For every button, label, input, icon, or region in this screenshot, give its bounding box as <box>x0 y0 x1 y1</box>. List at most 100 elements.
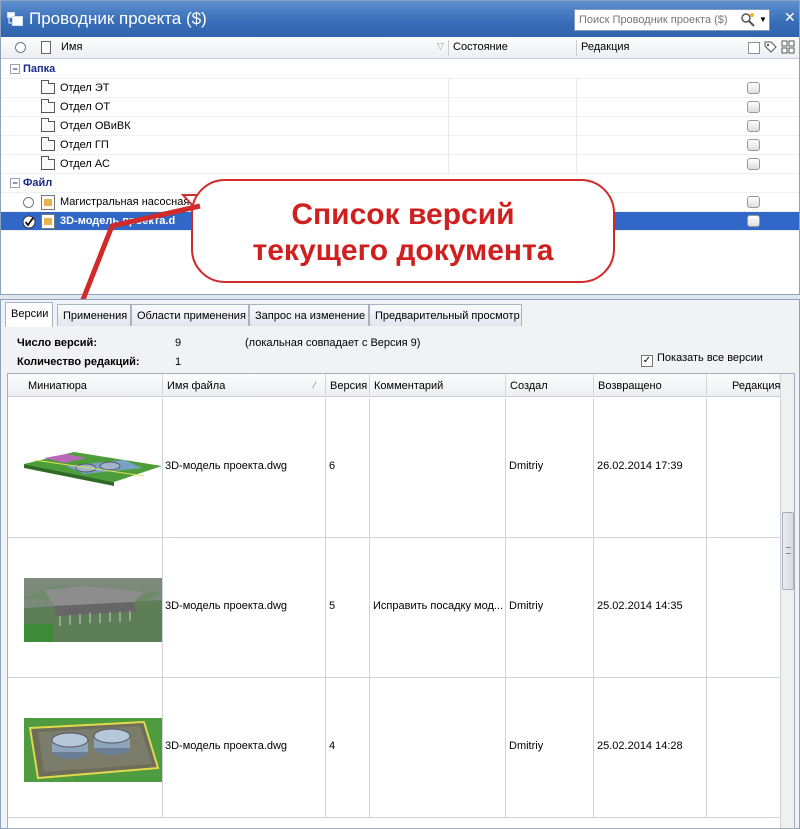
status-radio-icon[interactable] <box>23 197 34 208</box>
row-checkbox[interactable] <box>747 101 760 113</box>
cell-divider <box>325 398 326 538</box>
column-revision[interactable]: Редакция <box>581 41 629 53</box>
cell-divider <box>448 79 449 98</box>
version-row[interactable]: 3D-модель проекта.dwg 5 Исправить посадк… <box>8 538 780 678</box>
tab-usages[interactable]: Применения <box>57 304 131 326</box>
collapse-icon[interactable]: − <box>10 64 20 74</box>
row-returned: 25.02.2014 14:35 <box>597 600 683 612</box>
folder-row[interactable]: Отдел ГП <box>1 136 799 155</box>
version-row[interactable]: 3D-модель проекта.dwg 6 Dmitriy 26.02.20… <box>8 398 780 538</box>
row-checkbox[interactable] <box>747 139 760 151</box>
column-file-name[interactable]: Имя файла <box>167 380 225 392</box>
column-separator <box>369 374 370 397</box>
scrollbar-thumb[interactable] <box>782 512 794 590</box>
folder-label: Отдел АС <box>60 158 110 170</box>
revisions-count-value: 1 <box>175 356 182 368</box>
versions-count-label: Число версий: <box>17 337 97 349</box>
column-separator <box>505 374 506 397</box>
cell-divider <box>706 538 707 678</box>
tab-versions[interactable]: Версии <box>5 302 53 327</box>
group-label: Файл <box>23 177 53 189</box>
group-folder[interactable]: − Папка <box>1 60 799 79</box>
row-version: 5 <box>329 600 336 612</box>
folder-icon <box>41 80 55 94</box>
tab-scopes[interactable]: Области применения <box>131 304 249 326</box>
column-author[interactable]: Создал <box>510 380 548 392</box>
cell-divider <box>325 678 326 818</box>
header-checkbox[interactable] <box>748 42 760 54</box>
vertical-scrollbar[interactable] <box>780 374 794 828</box>
cell-divider <box>448 155 449 174</box>
column-separator <box>706 374 707 397</box>
callout-text: Список версий текущего документа <box>193 197 613 269</box>
folder-label: Отдел ЭТ <box>60 82 110 94</box>
group-label: Папка <box>23 63 56 75</box>
cell-divider <box>505 678 506 818</box>
tag-icon[interactable] <box>763 40 777 54</box>
show-all-checkbox[interactable]: ✓ <box>641 355 653 367</box>
column-separator <box>593 374 594 397</box>
versions-grid: Миниатюра Имя файла ⁄ Версия Комментарий… <box>7 373 795 829</box>
tree-column-header: Имя ▽ Состояние Редакция <box>1 37 799 59</box>
column-comment[interactable]: Комментарий <box>374 380 443 392</box>
row-author: Dmitriy <box>509 460 544 472</box>
column-thumbnail[interactable]: Миниатюра <box>28 380 87 392</box>
sort-filter-icon[interactable]: ▽ <box>437 41 444 52</box>
row-checkbox[interactable] <box>747 215 760 227</box>
row-checkbox[interactable] <box>747 196 760 208</box>
row-checkbox[interactable] <box>747 82 760 94</box>
versions-count-value: 9 <box>175 337 182 349</box>
grid-header: Миниатюра Имя файла ⁄ Версия Комментарий… <box>8 374 780 397</box>
tab-change-request[interactable]: Запрос на изменение <box>249 304 369 326</box>
local-version-note: (локальная совпадает с Версия 9) <box>245 337 421 349</box>
callout-bubble: Список версий текущего документа <box>191 179 615 283</box>
search-icon[interactable] <box>740 12 756 28</box>
folder-label: Отдел ГП <box>60 139 109 151</box>
column-state[interactable]: Состояние <box>453 41 508 53</box>
folder-row[interactable]: Отдел ОТ <box>1 98 799 117</box>
column-revision[interactable]: Редакция <box>732 380 780 392</box>
collapse-icon[interactable]: − <box>10 178 20 188</box>
folder-icon <box>41 137 55 151</box>
dwg-file-icon <box>41 195 55 210</box>
search-input[interactable] <box>579 12 737 28</box>
window-title: Проводник проекта ($) <box>29 9 207 28</box>
folder-row[interactable]: Отдел АС <box>1 155 799 174</box>
callout-line-1: Список версий <box>291 198 515 231</box>
close-icon[interactable]: ✕ <box>784 9 796 26</box>
row-version: 6 <box>329 460 336 472</box>
column-separator <box>162 374 163 397</box>
versions-panel: Версии Применения Области применения Зап… <box>0 299 800 829</box>
model-thumbnail-image <box>24 452 162 486</box>
cell-divider <box>576 79 577 98</box>
row-returned: 25.02.2014 14:28 <box>597 740 683 752</box>
row-checkbox[interactable] <box>747 120 760 132</box>
folder-icon <box>41 156 55 170</box>
cell-divider <box>448 98 449 117</box>
checked-out-icon[interactable] <box>22 215 36 229</box>
folder-icon <box>41 99 55 113</box>
folder-label: Отдел ОВиВК <box>60 120 131 132</box>
model-thumbnail-image <box>24 578 162 642</box>
cell-divider <box>576 155 577 174</box>
folder-row[interactable]: Отдел ЭТ <box>1 79 799 98</box>
version-row[interactable]: 3D-модель проекта.dwg 4 Dmitriy 25.02.20… <box>8 678 780 818</box>
column-name[interactable]: Имя <box>61 41 82 53</box>
cell-divider <box>576 98 577 117</box>
chevron-down-icon[interactable]: ▼ <box>759 13 769 27</box>
row-checkbox[interactable] <box>747 158 760 170</box>
column-returned[interactable]: Возвращено <box>598 380 662 392</box>
cell-divider <box>706 398 707 538</box>
cell-divider <box>369 538 370 678</box>
column-version[interactable]: Версия <box>330 380 367 392</box>
search-box[interactable]: ▼ <box>574 9 770 31</box>
grid-view-icon[interactable] <box>781 40 795 54</box>
show-all-versions-toggle[interactable]: ✓ Показать все версии <box>641 352 763 367</box>
row-file-name: 3D-модель проекта.dwg <box>165 460 288 472</box>
cell-divider <box>505 538 506 678</box>
folder-icon <box>41 118 55 132</box>
folder-row[interactable]: Отдел ОВиВК <box>1 117 799 136</box>
tab-preview[interactable]: Предварительный просмотр <box>369 304 522 326</box>
column-separator <box>576 40 577 56</box>
header-radio-icon <box>15 42 26 53</box>
